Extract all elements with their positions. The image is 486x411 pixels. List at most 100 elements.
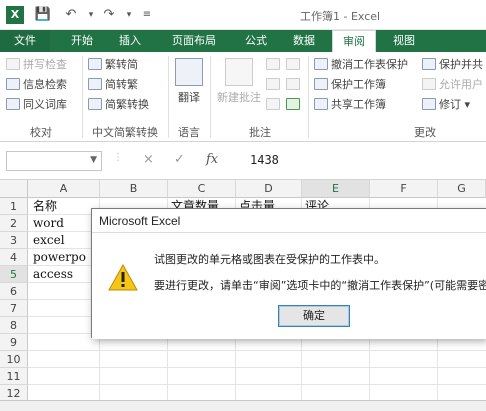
ribbon-separator (168, 56, 169, 138)
allow-users-edit-button[interactable]: 允许用户 (422, 76, 483, 94)
name-box-dropdown-icon[interactable]: ▼ (90, 155, 97, 165)
ribbon-tabs: 文件 开始 插入 页面布局 公式 数据 审阅 视图 (0, 30, 486, 52)
group-label-changes: 更改 (414, 126, 436, 139)
warning-icon (108, 264, 138, 291)
cell-a1[interactable]: 名称 (33, 198, 99, 215)
customize-toolbar-icon[interactable]: ≡ (138, 6, 156, 24)
row-header[interactable]: 4 (0, 249, 28, 266)
show-all-comments-button[interactable] (286, 76, 303, 94)
window-title: 工作簿1 - Excel (300, 10, 381, 23)
chinese-conversion-button[interactable]: 简繁转换 (88, 96, 149, 114)
ribbon-separator (82, 56, 83, 138)
protect-share-button[interactable]: 保护并共 (422, 56, 483, 74)
previous-comment-button[interactable] (266, 76, 283, 94)
simp-to-trad-button[interactable]: 简转繁 (88, 76, 138, 94)
column-header[interactable]: C (168, 180, 236, 198)
name-box[interactable]: ▼ (6, 151, 102, 171)
next-comment-button[interactable] (266, 96, 283, 114)
translate-button[interactable]: 翻译 (172, 58, 206, 105)
new-comment-button[interactable]: 新建批注 (214, 58, 264, 105)
dialog-instruction: 要进行更改，请单击“审阅”选项卡中的“撤消工作表保护”(可能需要密 (154, 279, 486, 292)
cell-a4[interactable]: powerpo (33, 249, 99, 266)
row-header[interactable]: 1 (0, 198, 28, 215)
group-label-language: 语言 (178, 126, 200, 139)
title-bar: X 💾 ↶ ▾ ↷ ▾ ≡ 工作簿1 - Excel (0, 0, 486, 30)
unprotect-sheet-button[interactable]: 撤消工作表保护 (314, 56, 408, 74)
research-icon (6, 78, 20, 90)
convert-icon (88, 58, 102, 70)
tab-insert[interactable]: 插入 (110, 30, 150, 52)
translate-icon (175, 58, 203, 86)
row-header[interactable]: 10 (0, 351, 28, 368)
previous-comment-icon (266, 78, 280, 90)
ribbon-separator (210, 56, 211, 138)
show-ink-button[interactable] (286, 96, 303, 114)
cell-a5[interactable]: access (33, 266, 99, 283)
row-header[interactable]: 9 (0, 334, 28, 351)
select-all-corner[interactable] (0, 180, 28, 198)
row-header[interactable]: 11 (0, 368, 28, 385)
group-label-proofing: 校对 (30, 126, 52, 139)
allow-users-icon (422, 78, 436, 90)
formula-input[interactable]: 1438 (250, 153, 279, 167)
undo-icon[interactable]: ↶ (62, 6, 80, 24)
ribbon-separator (308, 56, 309, 138)
drag-handle-icon[interactable]: ⋮ (113, 152, 123, 163)
tab-home[interactable]: 开始 (62, 30, 102, 52)
cancel-icon[interactable]: × (143, 152, 154, 167)
spelling-button[interactable]: 拼写检查 (6, 56, 67, 74)
tab-data[interactable]: 数据 (284, 30, 324, 52)
new-comment-icon (225, 58, 253, 86)
group-label-chinese: 中文简繁转换 (92, 126, 158, 139)
dialog-message: 试图更改的单元格或图表在受保护的工作表中。 (154, 253, 385, 266)
delete-comment-icon (266, 58, 280, 70)
redo-icon[interactable]: ↷ (100, 6, 118, 24)
protect-workbook-button[interactable]: 保护工作簿 (314, 76, 386, 94)
tab-page-layout[interactable]: 页面布局 (162, 30, 226, 52)
group-label-comments: 批注 (249, 126, 271, 139)
cell-a3[interactable]: excel (33, 232, 99, 249)
enter-icon[interactable]: ✓ (174, 152, 185, 167)
save-icon[interactable]: 💾 (34, 6, 52, 24)
undo-dropdown-icon[interactable]: ▾ (82, 6, 100, 24)
show-comment-icon (286, 58, 300, 70)
tab-review[interactable]: 审阅 (332, 30, 376, 52)
column-header[interactable]: G (438, 180, 486, 198)
gridline (28, 350, 486, 351)
show-comment-button[interactable] (286, 56, 303, 74)
delete-comment-button[interactable] (266, 56, 283, 74)
ribbon: 拼写检查 信息检索 同义词库 校对 繁转简 简转繁 简繁转换 中文简繁转换 翻译… (0, 52, 486, 142)
thesaurus-button[interactable]: 同义词库 (6, 96, 67, 114)
share-workbook-button[interactable]: 共享工作簿 (314, 96, 386, 114)
research-button[interactable]: 信息检索 (6, 76, 67, 94)
tab-view[interactable]: 视图 (384, 30, 424, 52)
column-header[interactable]: E (302, 180, 370, 198)
column-header[interactable]: A (28, 180, 100, 198)
protect-workbook-icon (314, 78, 328, 90)
row-header[interactable]: 5 (0, 266, 28, 283)
row-header[interactable]: 6 (0, 283, 28, 300)
column-header[interactable]: D (236, 180, 302, 198)
tab-formulas[interactable]: 公式 (236, 30, 276, 52)
protected-sheet-dialog: Microsoft Excel 试图更改的单元格或图表在受保护的工作表中。 要进… (91, 208, 486, 339)
share-workbook-icon (314, 98, 328, 110)
dialog-body: 试图更改的单元格或图表在受保护的工作表中。 要进行更改，请单击“审阅”选项卡中的… (92, 233, 486, 339)
gridline (28, 384, 486, 385)
sheet-tab-bar (0, 400, 486, 411)
row-header[interactable]: 2 (0, 215, 28, 232)
ok-button[interactable]: 确定 (278, 305, 350, 327)
insert-function-icon[interactable]: fx (206, 152, 218, 167)
row-header[interactable]: 7 (0, 300, 28, 317)
tab-file[interactable]: 文件 (0, 30, 50, 52)
column-header[interactable]: F (370, 180, 438, 198)
dialog-title-bar[interactable]: Microsoft Excel (92, 209, 486, 233)
track-changes-button[interactable]: 修订 ▾ (422, 96, 470, 114)
trad-to-simp-button[interactable]: 繁转简 (88, 56, 138, 74)
track-changes-icon (422, 98, 436, 110)
cell-a2[interactable]: word (33, 215, 99, 232)
row-header[interactable]: 8 (0, 317, 28, 334)
row-header[interactable]: 3 (0, 232, 28, 249)
unprotect-sheet-icon (314, 58, 328, 70)
redo-dropdown-icon[interactable]: ▾ (120, 6, 138, 24)
column-header[interactable]: B (100, 180, 168, 198)
